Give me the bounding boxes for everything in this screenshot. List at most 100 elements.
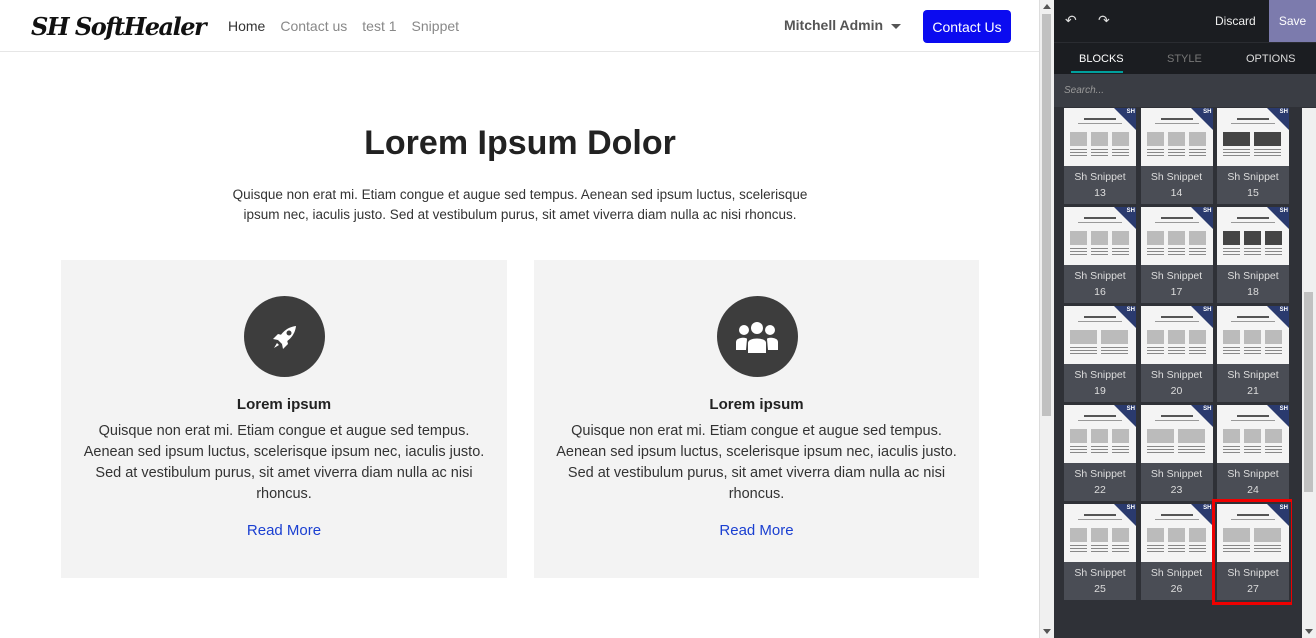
snippet-prefix: Sh Snippet bbox=[1227, 369, 1279, 381]
scroll-up-icon[interactable] bbox=[1043, 4, 1051, 9]
read-more-link[interactable]: Read More bbox=[534, 522, 979, 539]
save-button[interactable]: Save bbox=[1269, 0, 1316, 42]
snippet-number: 26 bbox=[1170, 583, 1183, 595]
snippet-prefix: Sh Snippet bbox=[1074, 270, 1126, 282]
user-menu[interactable]: Mitchell Admin bbox=[784, 17, 902, 33]
nav-link-home[interactable]: Home bbox=[228, 18, 265, 34]
editor-tabs: BLOCKS STYLE OPTIONS bbox=[1054, 42, 1316, 74]
tab-options[interactable]: OPTIONS bbox=[1246, 53, 1296, 65]
snippet-preview: SH bbox=[1217, 405, 1289, 463]
snippet-prefix: Sh Snippet bbox=[1227, 567, 1279, 579]
snippet-label: Sh Snippet 22 bbox=[1064, 466, 1136, 498]
scrollbar-thumb[interactable] bbox=[1042, 14, 1051, 416]
softhealer-badge-icon: SH bbox=[1126, 307, 1135, 313]
snippet-number: 24 bbox=[1247, 484, 1259, 496]
snippet-prefix: Sh Snippet bbox=[1227, 171, 1279, 183]
snippet-label: Sh Snippet 17 bbox=[1141, 268, 1213, 300]
snippet-prefix: Sh Snippet bbox=[1150, 171, 1203, 183]
snippet-number: 14 bbox=[1170, 187, 1183, 199]
editor-panel: ↶ ↷ Discard Save BLOCKS STYLE OPTIONS SH… bbox=[1054, 0, 1316, 638]
snippet-tile[interactable]: SH Sh Snippet 22 bbox=[1064, 405, 1136, 501]
discard-button[interactable]: Discard bbox=[1215, 14, 1256, 28]
snippet-tile[interactable]: SH Sh Snippet 19 bbox=[1064, 306, 1136, 402]
nav-link-snippet[interactable]: Snippet bbox=[412, 18, 459, 34]
softhealer-badge-icon: SH bbox=[1203, 208, 1212, 214]
read-more-link[interactable]: Read More bbox=[61, 522, 507, 539]
softhealer-badge-icon: SH bbox=[1126, 109, 1135, 115]
snippet-tile[interactable]: SH Sh Snippet 24 bbox=[1217, 405, 1289, 501]
hero-title: Lorem Ipsum Dolor bbox=[364, 124, 676, 162]
snippet-tile[interactable]: SH Sh Snippet 18 bbox=[1217, 207, 1289, 303]
scrollbar-thumb[interactable] bbox=[1304, 292, 1313, 492]
feature-card: Lorem ipsum Quisque non erat mi. Etiam c… bbox=[534, 260, 979, 578]
snippet-tile[interactable]: SH Sh Snippet 21 bbox=[1217, 306, 1289, 402]
snippet-number: 25 bbox=[1094, 583, 1106, 595]
tab-blocks[interactable]: BLOCKS bbox=[1079, 53, 1124, 65]
snippet-grid: SH Sh Snippet 13 SH Sh Snippet 14 SH Sh Snippet… bbox=[1064, 108, 1292, 608]
snippet-label: Sh Snippet 24 bbox=[1217, 466, 1289, 498]
snippet-preview: SH bbox=[1140, 207, 1213, 265]
snippet-label: Sh Snippet 13 bbox=[1064, 169, 1136, 201]
snippet-preview: SH bbox=[1217, 306, 1289, 364]
snippet-tile[interactable]: SH Sh Snippet 25 bbox=[1064, 504, 1136, 600]
contact-us-button[interactable]: Contact Us bbox=[923, 10, 1011, 43]
snippet-number: 17 bbox=[1170, 286, 1183, 298]
nav-link-contact-us[interactable]: Contact us bbox=[280, 18, 347, 34]
snippet-prefix: Sh Snippet bbox=[1150, 369, 1203, 381]
snippet-tile[interactable]: SH Sh Snippet 17 bbox=[1140, 207, 1213, 303]
snippet-tile[interactable]: SH Sh Snippet 26 bbox=[1140, 504, 1213, 600]
scroll-down-icon[interactable] bbox=[1043, 629, 1051, 634]
snippet-label: Sh Snippet 20 bbox=[1141, 367, 1213, 399]
softhealer-badge-icon: SH bbox=[1203, 307, 1212, 313]
editor-scrollbar[interactable] bbox=[1302, 108, 1316, 638]
snippet-tile[interactable]: SH Sh Snippet 14 bbox=[1140, 108, 1213, 204]
softhealer-badge-icon: SH bbox=[1126, 208, 1135, 214]
chevron-down-icon bbox=[891, 23, 902, 29]
snippet-label: Sh Snippet 15 bbox=[1217, 169, 1289, 201]
tab-style[interactable]: STYLE bbox=[1167, 53, 1202, 65]
nav-link-test-1[interactable]: test 1 bbox=[362, 18, 396, 34]
softhealer-badge-icon: SH bbox=[1279, 505, 1288, 511]
redo-icon[interactable]: ↷ bbox=[1098, 12, 1110, 29]
snippet-prefix: Sh Snippet bbox=[1074, 468, 1126, 480]
website-scrollbar[interactable] bbox=[1040, 0, 1054, 638]
users-icon bbox=[716, 296, 798, 377]
snippet-tile[interactable]: SH Sh Snippet 13 bbox=[1064, 108, 1136, 204]
softhealer-badge-icon: SH bbox=[1203, 505, 1212, 511]
softhealer-badge-icon: SH bbox=[1126, 406, 1135, 412]
hero-text: Quisque non erat mi. Etiam congue et aug… bbox=[232, 187, 808, 222]
undo-icon[interactable]: ↶ bbox=[1065, 12, 1077, 29]
softhealer-badge-icon: SH bbox=[1279, 307, 1288, 313]
snippet-number: 22 bbox=[1094, 484, 1106, 496]
snippet-preview: SH bbox=[1140, 108, 1213, 166]
feature-card: Lorem ipsum Quisque non erat mi. Etiam c… bbox=[61, 260, 507, 578]
softhealer-badge-icon: SH bbox=[1279, 208, 1288, 214]
snippet-tile[interactable]: SH Sh Snippet 23 bbox=[1140, 405, 1213, 501]
snippet-label: Sh Snippet 14 bbox=[1141, 169, 1213, 201]
snippet-prefix: Sh Snippet bbox=[1074, 369, 1126, 381]
rocket-icon bbox=[244, 296, 325, 377]
scroll-down-icon[interactable] bbox=[1305, 629, 1313, 634]
snippet-prefix: Sh Snippet bbox=[1074, 171, 1126, 183]
card-title: Lorem ipsum bbox=[709, 396, 804, 413]
snippet-number: 13 bbox=[1094, 187, 1106, 199]
snippet-label: Sh Snippet 26 bbox=[1141, 565, 1213, 597]
snippet-preview: SH bbox=[1064, 504, 1136, 562]
snippet-tile[interactable]: SH Sh Snippet 20 bbox=[1140, 306, 1213, 402]
snippet-search bbox=[1054, 74, 1316, 107]
softhealer-badge-icon: SH bbox=[1279, 109, 1288, 115]
snippet-tile[interactable]: SH Sh Snippet 16 bbox=[1064, 207, 1136, 303]
snippet-preview: SH bbox=[1140, 504, 1213, 562]
snippet-prefix: Sh Snippet bbox=[1150, 270, 1203, 282]
snippet-label: Sh Snippet 21 bbox=[1217, 367, 1289, 399]
snippet-tile[interactable]: SH Sh Snippet 15 bbox=[1217, 108, 1289, 204]
snippet-prefix: Sh Snippet bbox=[1150, 468, 1203, 480]
softhealer-badge-icon: SH bbox=[1126, 505, 1135, 511]
active-tab-indicator bbox=[1071, 71, 1123, 73]
snippet-number: 16 bbox=[1094, 286, 1106, 298]
snippet-tile[interactable]: SH Sh Snippet 27 bbox=[1212, 499, 1292, 605]
site-logo[interactable]: SH SoftHealer bbox=[31, 12, 207, 41]
navbar: SH SoftHealer Home Contact us test 1 Sni… bbox=[0, 0, 1039, 52]
snippet-search-input[interactable] bbox=[1054, 74, 1316, 107]
card-text: Quisque non erat mi. Etiam congue et aug… bbox=[83, 423, 485, 502]
